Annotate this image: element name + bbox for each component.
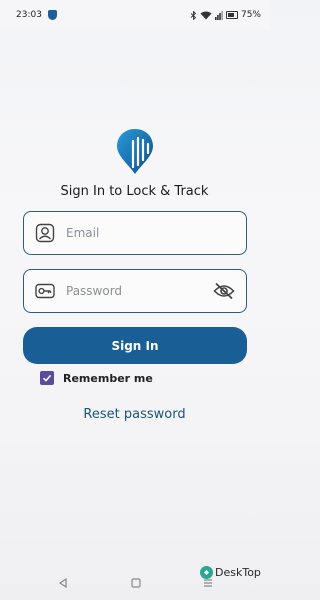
eye-off-icon[interactable] <box>212 279 236 303</box>
sign-in-button[interactable]: Sign In <box>23 327 247 364</box>
signal-icon <box>214 10 223 20</box>
watermark-logo-icon <box>200 566 213 579</box>
email-field[interactable]: Email <box>23 211 247 255</box>
status-right: 75% <box>190 10 261 20</box>
home-icon[interactable] <box>130 578 141 588</box>
recents-icon[interactable] <box>203 578 213 588</box>
status-bar: 23:03 75% <box>0 0 269 30</box>
remember-label: Remember me <box>63 371 153 385</box>
wifi-icon <box>200 11 212 19</box>
page-title: Sign In to Lock & Track <box>60 184 209 199</box>
check-icon <box>42 374 52 382</box>
watermark: DeskTop <box>200 566 261 579</box>
back-icon[interactable] <box>58 578 68 588</box>
shield-app-icon <box>47 10 57 20</box>
status-time: 23:03 <box>16 10 42 20</box>
user-icon <box>34 222 56 244</box>
remember-me-row[interactable]: Remember me <box>40 371 153 385</box>
password-input[interactable]: Password <box>66 284 212 298</box>
bluetooth-icon <box>190 10 197 20</box>
email-input[interactable]: Email <box>66 226 236 240</box>
remember-checkbox[interactable] <box>40 371 54 385</box>
key-icon <box>34 280 56 302</box>
watermark-text: DeskTop <box>215 566 261 579</box>
battery-icon <box>225 11 238 19</box>
password-field[interactable]: Password <box>23 269 247 313</box>
app-logo <box>117 129 153 174</box>
reset-password-link[interactable]: Reset password <box>0 407 269 422</box>
status-left: 23:03 <box>16 10 57 20</box>
battery-percent: 75% <box>240 10 261 20</box>
